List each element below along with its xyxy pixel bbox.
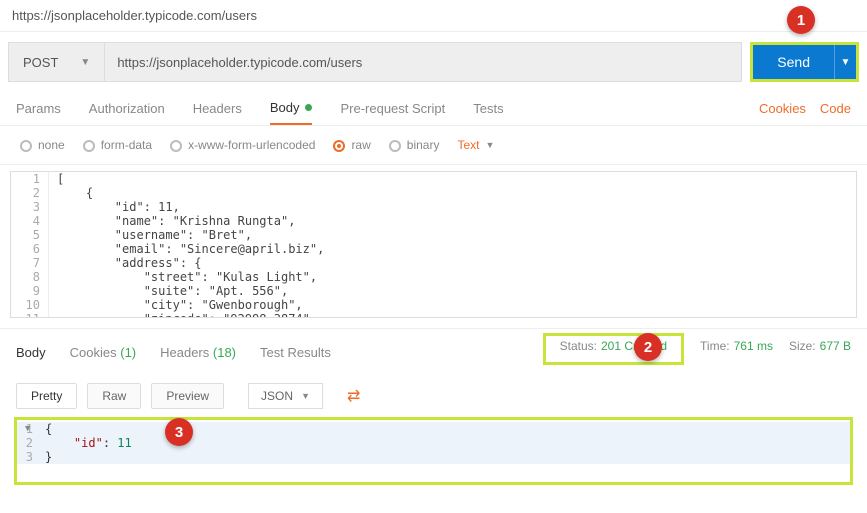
- url-value: https://jsonplaceholder.typicode.com/use…: [117, 55, 362, 70]
- tab-headers[interactable]: Headers: [193, 92, 242, 125]
- code-line: 4 "name": "Krishna Rungta",: [11, 214, 856, 228]
- method-label: POST: [23, 55, 58, 70]
- content-type-dropdown[interactable]: Text ▼: [457, 138, 494, 152]
- tab-body[interactable]: Body: [270, 92, 313, 125]
- code-line: 6 "email": "Sincere@april.biz",: [11, 242, 856, 256]
- response-tabs: Body Cookies (1) Headers (18) Test Resul…: [0, 328, 867, 375]
- body-type-row: none form-data x-www-form-urlencoded raw…: [0, 126, 867, 165]
- code-line: 3 "id": 11,: [11, 200, 856, 214]
- request-body-editor[interactable]: 1[2 {3 "id": 11,4 "name": "Krishna Rungt…: [10, 171, 857, 318]
- callout-marker-3: 3: [165, 418, 193, 446]
- send-button[interactable]: Send: [753, 45, 834, 79]
- radio-icon: [170, 140, 182, 152]
- code-line: 5 "username": "Bret",: [11, 228, 856, 242]
- body-type-formdata[interactable]: form-data: [83, 138, 152, 152]
- view-raw[interactable]: Raw: [87, 383, 141, 409]
- send-button-group: Send ▼: [750, 42, 859, 82]
- radio-icon: [83, 140, 95, 152]
- code-line: 11 "zipcode": "92998-3874",: [11, 312, 856, 318]
- request-tabs: Params Authorization Headers Body Pre-re…: [0, 92, 867, 126]
- body-type-none[interactable]: none: [20, 138, 65, 152]
- view-preview[interactable]: Preview: [151, 383, 224, 409]
- radio-checked-icon: [333, 140, 345, 152]
- send-dropdown-button[interactable]: ▼: [834, 45, 856, 79]
- chevron-down-icon: ▼: [485, 140, 494, 150]
- wrap-lines-icon[interactable]: ⇄: [347, 386, 360, 406]
- callout-marker-1: 1: [787, 6, 815, 34]
- tab-body-label: Body: [270, 100, 300, 115]
- tab-prerequest[interactable]: Pre-request Script: [340, 92, 445, 125]
- url-input[interactable]: https://jsonplaceholder.typicode.com/use…: [105, 42, 742, 82]
- code-line: 10 "city": "Gwenborough",: [11, 298, 856, 312]
- code-line: 7 "address": {: [11, 256, 856, 270]
- chevron-down-icon: ▼: [80, 57, 90, 68]
- code-line: 1[: [11, 172, 856, 186]
- response-body-viewer[interactable]: 1▼{ 2 "id": 11 3}: [14, 417, 853, 485]
- response-meta: Status:201 Created Time:761 ms Size:677 …: [543, 339, 851, 365]
- chevron-down-icon: ▼: [301, 391, 310, 401]
- response-status: Status:201 Created: [543, 333, 684, 365]
- tab-tests[interactable]: Tests: [473, 92, 503, 125]
- code-line: 8 "street": "Kulas Light",: [11, 270, 856, 284]
- view-pretty[interactable]: Pretty: [16, 383, 77, 409]
- code-link[interactable]: Code: [820, 101, 851, 116]
- fold-icon[interactable]: ▼: [25, 424, 30, 434]
- response-tab-headers[interactable]: Headers (18): [160, 345, 236, 360]
- response-time: Time:761 ms: [700, 339, 773, 365]
- body-type-binary[interactable]: binary: [389, 138, 440, 152]
- code-line: 2 {: [11, 186, 856, 200]
- request-title: https://jsonplaceholder.typicode.com/use…: [0, 0, 867, 32]
- response-tab-testresults[interactable]: Test Results: [260, 345, 331, 360]
- response-format-dropdown[interactable]: JSON ▼: [248, 383, 323, 409]
- tab-authorization[interactable]: Authorization: [89, 92, 165, 125]
- callout-marker-2: 2: [634, 333, 662, 361]
- response-tab-body[interactable]: Body: [16, 345, 46, 360]
- response-size: Size:677 B: [789, 339, 851, 365]
- code-line: 9 "suite": "Apt. 556",: [11, 284, 856, 298]
- radio-icon: [389, 140, 401, 152]
- method-select[interactable]: POST ▼: [8, 42, 105, 82]
- response-viewer-row: Pretty Raw Preview JSON ▼ ⇄: [0, 375, 867, 417]
- radio-icon: [20, 140, 32, 152]
- request-row: POST ▼ https://jsonplaceholder.typicode.…: [8, 42, 859, 82]
- modified-dot-icon: [305, 104, 312, 111]
- body-type-xwww[interactable]: x-www-form-urlencoded: [170, 138, 315, 152]
- response-tab-cookies[interactable]: Cookies (1): [70, 345, 136, 360]
- cookies-link[interactable]: Cookies: [759, 101, 806, 116]
- body-type-raw[interactable]: raw: [333, 138, 370, 152]
- tab-params[interactable]: Params: [16, 92, 61, 125]
